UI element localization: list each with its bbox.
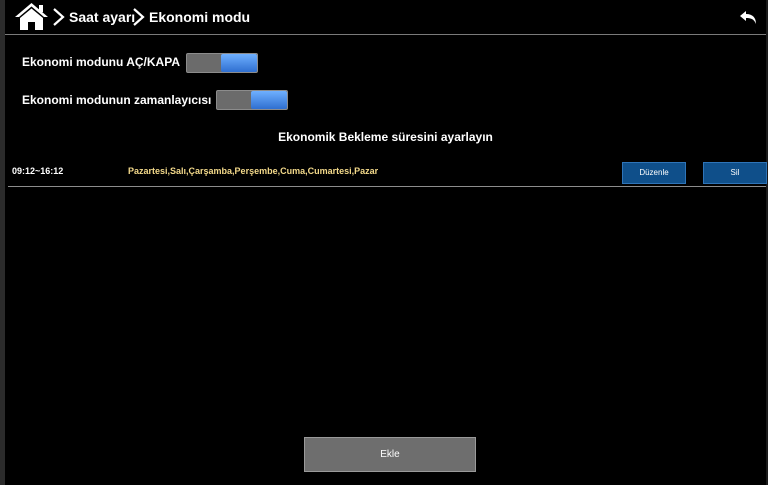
breadcrumb-label: Ekonomi modu bbox=[149, 9, 251, 25]
home-icon[interactable] bbox=[14, 2, 49, 31]
breadcrumb-economy-mode[interactable]: Ekonomi modu bbox=[132, 0, 250, 34]
breadcrumb-clock-settings[interactable]: Saat ayarı bbox=[52, 0, 135, 34]
schedule-time: 09:12~16:12 bbox=[12, 166, 64, 176]
economy-timer-toggle[interactable] bbox=[216, 90, 288, 110]
economy-timer-label: Ekonomi modunun zamanlayıcısı bbox=[22, 93, 212, 107]
delete-button[interactable]: Sil bbox=[703, 162, 767, 184]
toggle-knob bbox=[221, 54, 257, 72]
back-arrow-icon[interactable] bbox=[739, 7, 759, 27]
header-bar: Saat ayarı Ekonomi modu bbox=[5, 0, 766, 35]
edit-button[interactable]: Düzenle bbox=[622, 162, 686, 184]
economy-mode-toggle[interactable] bbox=[186, 53, 258, 73]
section-title: Ekonomik Bekleme süresini ayarlayın bbox=[278, 130, 493, 144]
economy-toggle-label: Ekonomi modunu AÇ/KAPA bbox=[22, 55, 180, 69]
add-button[interactable]: Ekle bbox=[304, 437, 476, 472]
schedule-days: Pazartesi,Salı,Çarşamba,Perşembe,Cuma,Cu… bbox=[128, 166, 379, 176]
left-edge-strip bbox=[0, 0, 5, 485]
economy-mode-screen: Saat ayarı Ekonomi modu Ekonomi modunu A… bbox=[0, 0, 768, 485]
breadcrumb-label: Saat ayarı bbox=[69, 9, 136, 25]
chevron-right-icon bbox=[133, 8, 145, 26]
schedule-row: 09:12~16:12 Pazartesi,Salı,Çarşamba,Perş… bbox=[8, 160, 767, 187]
chevron-right-icon bbox=[53, 8, 65, 26]
toggle-knob bbox=[251, 91, 287, 109]
